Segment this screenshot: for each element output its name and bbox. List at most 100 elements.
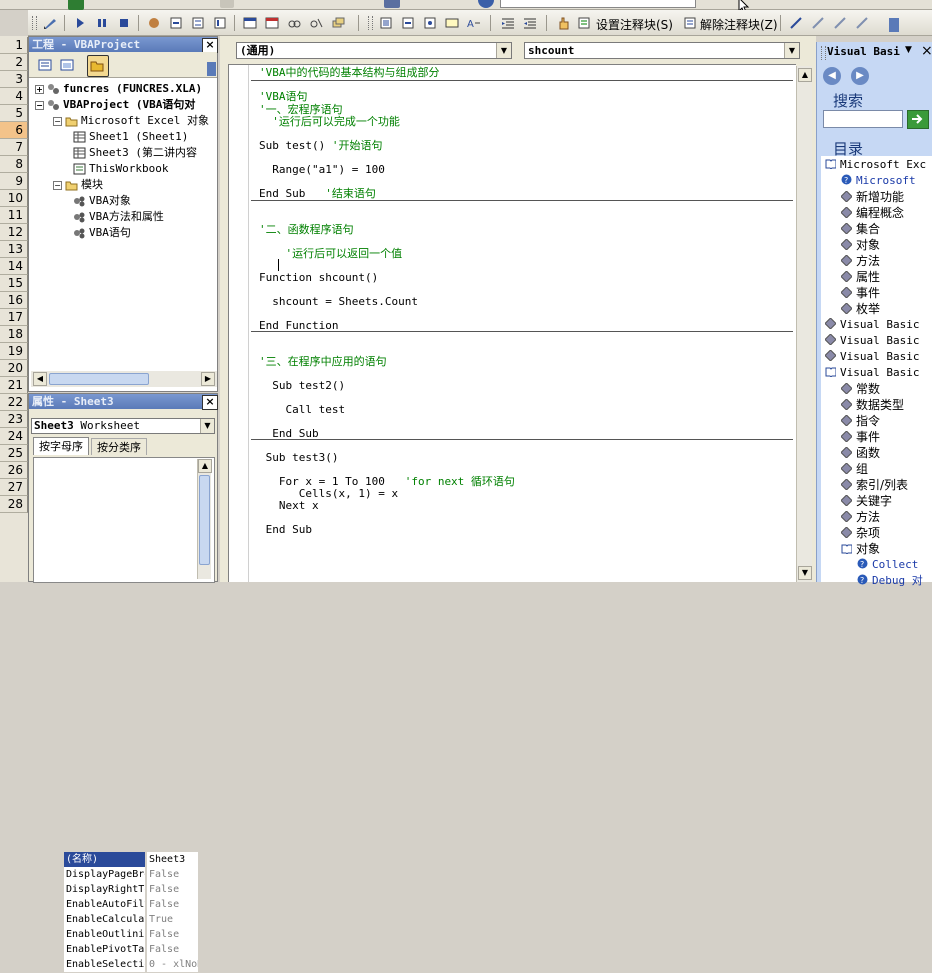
design-mode-icon[interactable] [42, 15, 58, 31]
row-header[interactable]: 1 [0, 37, 28, 54]
help-toc-item[interactable]: 新增功能 [840, 189, 904, 205]
property-value[interactable]: False [147, 927, 198, 942]
pause-icon[interactable] [94, 15, 110, 31]
search-go-button[interactable] [907, 110, 929, 129]
code-vscrollbar[interactable]: ▲ ▼ [796, 66, 812, 582]
close-icon[interactable]: × [202, 395, 218, 410]
procedure-combo[interactable]: shcount ▼ [524, 42, 800, 59]
clear-bookmarks-icon[interactable] [854, 15, 870, 31]
object-selector[interactable]: Sheet3 Worksheet ▼ [31, 418, 215, 434]
row-header[interactable]: 18 [0, 326, 28, 343]
quick-watch-icon[interactable] [308, 15, 324, 31]
row-header[interactable]: 11 [0, 207, 28, 224]
property-value[interactable]: False [147, 882, 198, 897]
code-line[interactable]: Range("a1") = 100 [259, 163, 385, 177]
property-row[interactable]: EnablePivotTab False [64, 942, 198, 958]
row-header[interactable]: 24 [0, 428, 28, 445]
help-toc-item[interactable]: 数据类型 [840, 397, 904, 413]
scroll-thumb[interactable] [199, 475, 210, 565]
row-header[interactable]: 21 [0, 377, 28, 394]
code-line[interactable]: Next x [259, 499, 319, 513]
code-line[interactable]: 'VBA中的代码的基本结构与组成部分 [259, 66, 440, 80]
toggle-breakpoint-icon[interactable] [146, 15, 162, 31]
help-toc-item[interactable]: ? Microsoft [841, 173, 916, 189]
chevron-down-icon[interactable]: ▼ [200, 419, 214, 433]
clear-comment-block-button[interactable]: 解除注释块(Z) [700, 16, 778, 33]
help-toc-item[interactable]: 事件 [840, 429, 880, 445]
help-toc-item[interactable]: 对象 [841, 541, 880, 557]
list-properties-icon[interactable] [378, 15, 394, 31]
row-header[interactable]: 26 [0, 462, 28, 479]
step-over-icon[interactable] [190, 15, 206, 31]
help-toc-item[interactable]: Microsoft Exc [825, 157, 926, 173]
back-icon[interactable]: ◀ [823, 67, 841, 85]
tab-alphabetic[interactable]: 按字母序 [33, 437, 89, 455]
help-toc-item[interactable]: 属性 [840, 269, 880, 285]
row-header[interactable]: 22 [0, 394, 28, 411]
property-row[interactable]: (名称) Sheet3 [64, 852, 198, 868]
property-value[interactable]: False [147, 897, 198, 912]
project-tree-item[interactable]: VBA方法和属性 [73, 209, 164, 225]
immediate-window-icon[interactable] [264, 15, 280, 31]
property-vscrollbar[interactable]: ▲ [197, 459, 212, 579]
help-toc-item[interactable]: 常数 [840, 381, 880, 397]
set-comment-block-button[interactable]: 设置注释块(S) [596, 16, 673, 33]
help-toc-item[interactable]: 杂项 [840, 525, 880, 541]
row-header[interactable]: 14 [0, 258, 28, 275]
code-line[interactable]: '运行后可以返回一个值 [259, 247, 402, 261]
help-toc-item[interactable]: 集合 [840, 221, 880, 237]
code-line[interactable]: '二、函数程序语句 [259, 223, 354, 237]
project-tree-item[interactable]: Sheet3 (第二讲内容 [73, 145, 197, 161]
help-toc-item[interactable]: 对象 [840, 237, 880, 253]
uncomment-block-icon[interactable] [682, 15, 698, 31]
help-toc-item[interactable]: 组 [840, 461, 868, 477]
indent-icon[interactable] [500, 15, 516, 31]
complete-word-icon[interactable]: A [466, 15, 482, 31]
code-line[interactable]: Sub test() '开始语句 [259, 139, 382, 153]
outdent-icon[interactable] [522, 15, 538, 31]
code-line[interactable]: '三、在程序中应用的语句 [259, 355, 387, 369]
code-line[interactable]: Sub test3() [259, 451, 339, 465]
scroll-thumb[interactable] [49, 373, 149, 385]
reset-icon[interactable] [116, 15, 132, 31]
property-value[interactable]: False [147, 942, 198, 957]
close-icon[interactable]: × [202, 38, 218, 53]
help-toc-item[interactable]: 事件 [840, 285, 880, 301]
save-icon[interactable] [384, 0, 400, 8]
help-toc-item[interactable]: Visual Basic [824, 333, 919, 349]
excel-icon[interactable] [68, 0, 84, 10]
help-toc-item[interactable]: Visual Basic [824, 349, 919, 365]
prev-bookmark-icon[interactable] [832, 15, 848, 31]
hand-icon[interactable] [556, 15, 572, 31]
scroll-up-icon[interactable]: ▲ [198, 459, 212, 473]
chevron-down-icon[interactable]: ▼ [905, 45, 912, 55]
row-header[interactable]: 17 [0, 309, 28, 326]
scroll-left-icon[interactable]: ◀ [33, 372, 47, 386]
find-icon[interactable] [478, 0, 494, 8]
forward-icon[interactable]: ▶ [851, 67, 869, 85]
row-header[interactable]: 5 [0, 105, 28, 122]
help-toc-item[interactable]: 索引/列表 [840, 477, 908, 493]
property-value[interactable]: 0 - xlNoRest [147, 957, 198, 972]
property-row[interactable]: EnableAutoFilt False [64, 897, 198, 913]
collapse-icon[interactable]: − [35, 100, 44, 110]
run-icon[interactable] [72, 15, 88, 31]
project-tree-item[interactable]: Sheet1 (Sheet1) [73, 129, 188, 145]
row-header[interactable]: 7 [0, 139, 28, 156]
object-combo[interactable]: (通用) ▼ [236, 42, 512, 59]
list-constants-icon[interactable] [400, 15, 416, 31]
view-object-icon[interactable] [59, 57, 75, 73]
row-header[interactable]: 6 [0, 122, 28, 139]
call-stack-icon[interactable] [330, 15, 346, 31]
row-header[interactable]: 13 [0, 241, 28, 258]
property-row[interactable]: EnableSelectio0 - xlNoRest [64, 957, 198, 973]
search-input[interactable] [823, 110, 903, 128]
row-header[interactable]: 9 [0, 173, 28, 190]
code-line[interactable]: Function shcount() [259, 271, 378, 285]
watch-window-icon[interactable] [286, 15, 302, 31]
project-tree-item[interactable]: − Microsoft Excel 对象 [53, 113, 209, 129]
parameter-info-icon[interactable] [444, 15, 460, 31]
help-toc-item[interactable]: 关键字 [840, 493, 892, 509]
property-row[interactable]: EnableOutlinin False [64, 927, 198, 943]
help-toc-item[interactable]: 编程概念 [840, 205, 904, 221]
